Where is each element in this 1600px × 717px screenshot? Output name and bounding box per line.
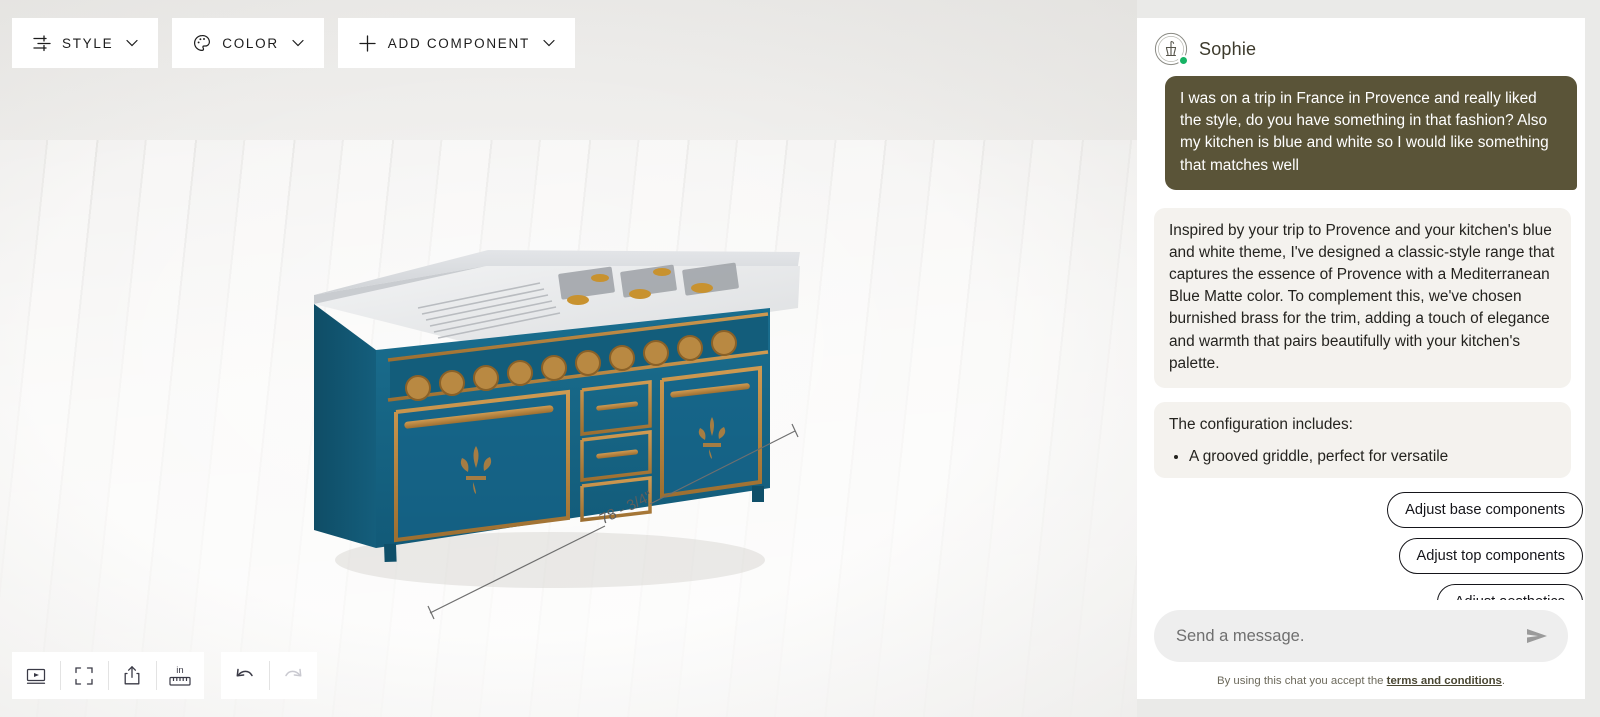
agent-name: Sophie <box>1199 38 1257 59</box>
send-icon[interactable] <box>1524 623 1550 649</box>
share-icon[interactable] <box>108 652 156 699</box>
chat-message-list[interactable]: Sophie I was on a trip in France in Prov… <box>1137 18 1585 600</box>
style-button-label: STYLE <box>62 35 114 51</box>
fullscreen-icon[interactable] <box>60 652 108 699</box>
message-composer[interactable] <box>1154 610 1568 662</box>
history-bar <box>221 652 317 699</box>
adjust-aesthetics-button[interactable]: Adjust aesthetics <box>1436 584 1583 600</box>
chevron-down-icon <box>292 39 304 47</box>
dimension-annotation: 78 - 3/4" <box>427 423 799 620</box>
style-button[interactable]: STYLE <box>12 18 159 68</box>
configuration-list: A grooved griddle, perfect for versatile <box>1169 446 1556 468</box>
chevron-down-icon <box>543 39 555 47</box>
list-item: A grooved griddle, perfect for versatile <box>1189 446 1556 468</box>
chevron-down-icon <box>126 39 138 47</box>
terms-and-conditions-link[interactable]: terms and conditions <box>1387 675 1502 687</box>
ruler-icon[interactable]: in <box>156 652 204 699</box>
assistant-message-bubble: Inspired by your trip to Provence and yo… <box>1154 207 1571 388</box>
suggestion-buttons: Adjust base components Adjust top compon… <box>1137 478 1585 600</box>
terms-prefix: By using this chat you accept the <box>1216 675 1387 687</box>
app-root: 78 - 3/4" STYLE COLOR ADD COMPONENT in S… <box>0 0 1600 717</box>
palette-icon <box>192 34 211 53</box>
top-toolbar: STYLE COLOR ADD COMPONENT <box>12 18 575 68</box>
configuration-title: The configuration includes: <box>1169 415 1353 433</box>
composer-area: By using this chat you accept the terms … <box>1137 600 1585 699</box>
add-component-button-label: ADD COMPONENT <box>387 35 530 51</box>
adjust-base-components-button[interactable]: Adjust base components <box>1387 492 1583 529</box>
product-viewport[interactable]: 78 - 3/4" STYLE COLOR ADD COMPONENT in <box>0 0 1137 717</box>
video-icon[interactable] <box>12 652 60 699</box>
color-button-label: COLOR <box>222 35 279 51</box>
chat-panel: Sophie I was on a trip in France in Prov… <box>1137 18 1585 699</box>
configuration-bubble: The configuration includes: A grooved gr… <box>1154 401 1571 479</box>
agent-header: Sophie <box>1137 32 1585 76</box>
message-input[interactable] <box>1176 626 1524 646</box>
online-status-dot <box>1178 55 1189 66</box>
bottom-toolbars: in <box>12 652 317 699</box>
terms-notice: By using this chat you accept the terms … <box>1154 662 1568 699</box>
terms-suffix: . <box>1501 675 1506 687</box>
plus-icon <box>358 34 377 53</box>
color-button[interactable]: COLOR <box>172 18 324 68</box>
adjust-top-components-button[interactable]: Adjust top components <box>1398 538 1583 575</box>
user-message-bubble: I was on a trip in France in Provence an… <box>1165 76 1577 190</box>
sliders-icon <box>32 34 51 53</box>
add-component-button[interactable]: ADD COMPONENT <box>337 18 575 68</box>
dimension-value: 78 - 3/4" <box>597 488 655 528</box>
redo-icon[interactable] <box>269 652 317 699</box>
avatar <box>1154 32 1189 66</box>
ruler-unit-label: in <box>176 665 183 676</box>
undo-icon[interactable] <box>221 652 269 699</box>
view-tools-bar: in <box>12 652 204 699</box>
